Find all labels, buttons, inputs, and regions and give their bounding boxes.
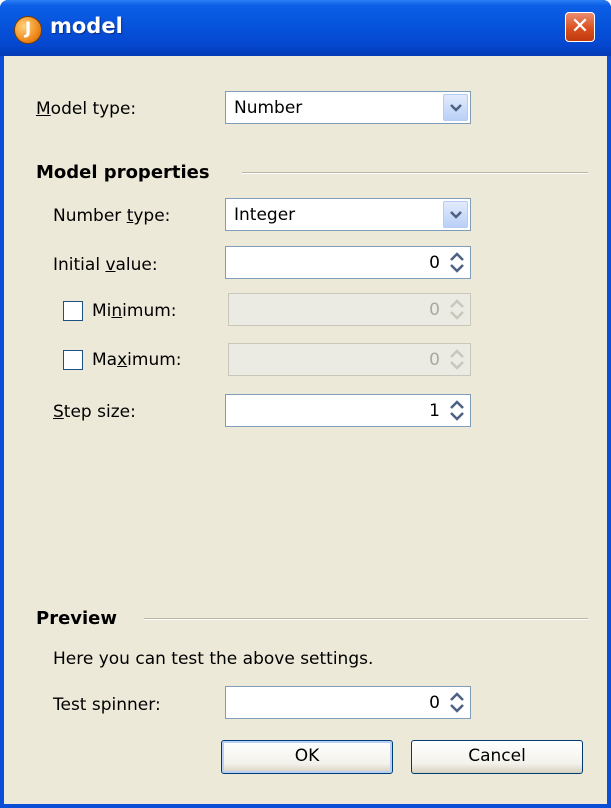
spinner-arrows-icon [446,346,468,373]
chevron-down-icon[interactable] [443,201,468,228]
cancel-button[interactable]: Cancel [411,740,583,774]
number-type-select[interactable]: Integer [225,198,471,231]
number-type-label: Number type: [53,206,171,226]
maximum-label: Maximum: [92,350,182,370]
initial-value-value: 0 [429,253,440,273]
maximum-spinner: 0 [228,343,471,376]
step-size-value: 1 [429,401,440,421]
spinner-arrows-icon[interactable] [446,249,468,276]
model-type-label: Model type: [36,99,137,119]
step-size-spinner[interactable]: 1 [225,394,471,427]
dialog-window: J model ✕ Model type: Number Model prope… [0,0,611,808]
maximum-checkbox[interactable] [63,350,83,370]
step-size-label: Step size: [53,402,136,422]
preview-separator [144,618,588,620]
java-icon: J [14,16,42,44]
minimum-label: Minimum: [92,301,177,321]
minimum-spinner: 0 [228,293,471,326]
spinner-arrows-icon[interactable] [446,397,468,424]
preview-heading: Preview [36,608,118,629]
ok-button[interactable]: OK [221,740,393,774]
test-spinner[interactable]: 0 [225,686,471,719]
title-bar[interactable]: J model ✕ [0,0,611,56]
spinner-arrows-icon[interactable] [446,689,468,716]
initial-value-label: Initial value: [53,255,158,275]
spinner-arrows-icon [446,296,468,323]
close-button[interactable]: ✕ [565,12,595,42]
model-type-value: Number [234,98,303,118]
close-icon: ✕ [570,14,590,39]
model-properties-heading: Model properties [36,162,210,183]
initial-value-spinner[interactable]: 0 [225,246,471,279]
chevron-down-icon[interactable] [443,94,468,121]
test-spinner-value: 0 [429,693,440,713]
minimum-value: 0 [429,300,440,320]
maximum-value: 0 [429,350,440,370]
window-title: model [50,14,123,38]
model-properties-separator [242,172,588,174]
test-spinner-label: Test spinner: [53,695,161,715]
model-type-select[interactable]: Number [225,91,471,124]
number-type-value: Integer [234,205,296,225]
dialog-body: Model type: Number Model properties Numb… [4,56,607,804]
minimum-checkbox[interactable] [63,301,83,321]
preview-description: Here you can test the above settings. [53,649,374,669]
